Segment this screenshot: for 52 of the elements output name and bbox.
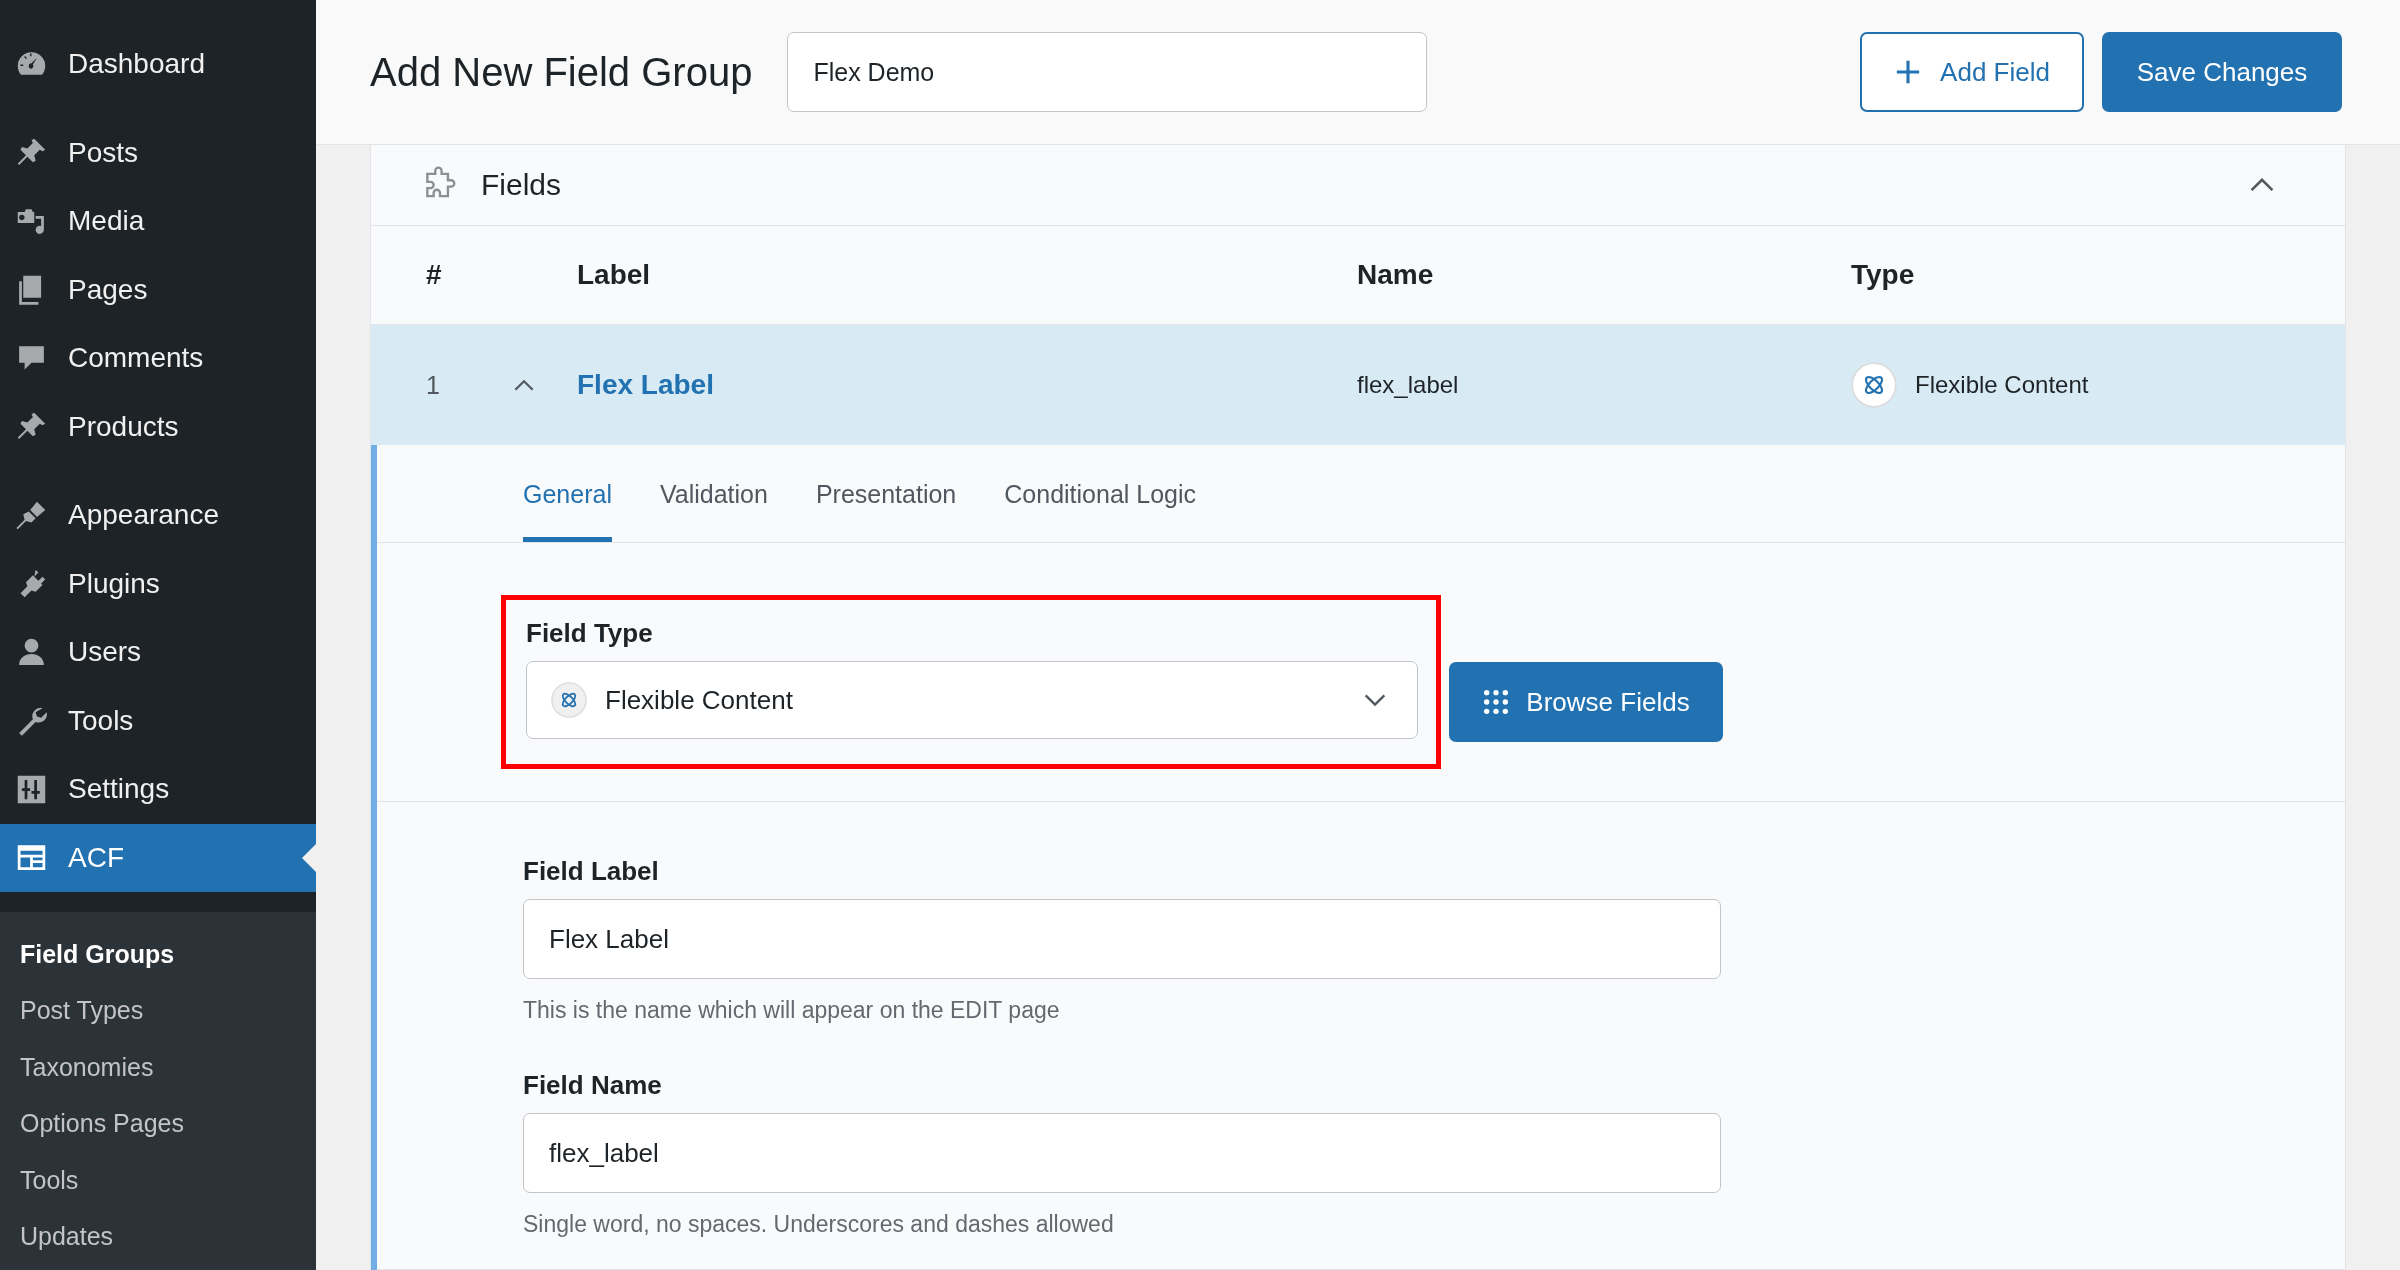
menu-item[interactable]: Dashboard xyxy=(0,30,316,99)
dropdown-chevron-icon xyxy=(1363,693,1387,707)
menu-item[interactable]: Users xyxy=(0,618,316,687)
menu-item[interactable]: Posts xyxy=(0,118,316,187)
page-title: Add New Field Group xyxy=(370,49,753,95)
column-header: Type xyxy=(1851,259,1915,291)
settings-tab[interactable]: General xyxy=(523,480,612,542)
help-text: Single word, no spaces. Underscores and dashes allowed xyxy=(523,1211,1115,1238)
field-label-link[interactable]: Flex Label xyxy=(577,369,1357,401)
submenu-item[interactable]: Post Types xyxy=(0,982,316,1039)
group-name-field[interactable]: Flex Demo xyxy=(787,32,1428,112)
save-changes-button[interactable]: Save Changes xyxy=(2102,32,2342,112)
chevron-icon[interactable] xyxy=(513,378,535,392)
menu-item[interactable]: Media xyxy=(0,187,316,256)
submenu-item[interactable]: Tools xyxy=(0,1152,316,1209)
menu-item[interactable]: Comments xyxy=(0,324,316,393)
help-text: This is the name which will appear on the EDIT page xyxy=(523,997,1061,1024)
submenu-item[interactable]: Field Groups xyxy=(0,926,316,983)
collapse-chevron-icon[interactable] xyxy=(2249,177,2275,193)
flexible-content-icon xyxy=(551,682,587,718)
field-name-cell-text: flex_label xyxy=(1357,371,1460,399)
menu-item[interactable]: Settings xyxy=(0,755,316,824)
current-pointer xyxy=(302,843,316,872)
row-number: 1 xyxy=(425,370,441,400)
column-header: # xyxy=(425,259,443,291)
text-field[interactable]: flex_label xyxy=(523,1113,1721,1193)
menu-item[interactable]: Tools xyxy=(0,686,316,755)
menu-item[interactable]: Pages xyxy=(0,255,316,324)
field-type-select[interactable]: Flexible Content xyxy=(526,661,1418,739)
menu-item[interactable]: Products xyxy=(0,392,316,461)
menu-item[interactable]: Appearance xyxy=(0,481,316,550)
menu-item[interactable]: Plugins xyxy=(0,549,316,618)
column-header: Name xyxy=(1357,259,1435,291)
text-field[interactable]: Flex Label xyxy=(523,899,1721,979)
grid-icon xyxy=(1482,688,1511,716)
settings-tab[interactable]: Conditional Logic xyxy=(1004,480,1197,542)
panel-title: Fields xyxy=(481,168,562,202)
field-label: Field Name xyxy=(523,1070,663,1101)
add-field-button[interactable]: Add Field xyxy=(1860,32,2084,112)
field-label: Field Type xyxy=(526,618,654,649)
submenu-item[interactable]: Options Pages xyxy=(0,1095,316,1152)
settings-tab[interactable]: Presentation xyxy=(815,480,957,542)
menu-item[interactable]: ACF xyxy=(0,823,316,892)
flexible-content-icon xyxy=(1851,362,1897,408)
browse-fields-button[interactable]: Browse Fields xyxy=(1449,662,1723,742)
settings-tab[interactable]: Validation xyxy=(659,480,768,542)
field-row[interactable]: 1 Flex Label flex_label Flexible Content xyxy=(371,325,2345,445)
field-type-cell: Flexible Content xyxy=(1915,371,2089,399)
submenu-item[interactable]: Taxonomies xyxy=(0,1039,316,1096)
field-label: Field Label xyxy=(523,856,660,887)
column-header: Label xyxy=(577,259,652,291)
submenu-item[interactable]: Updates xyxy=(0,1208,316,1265)
